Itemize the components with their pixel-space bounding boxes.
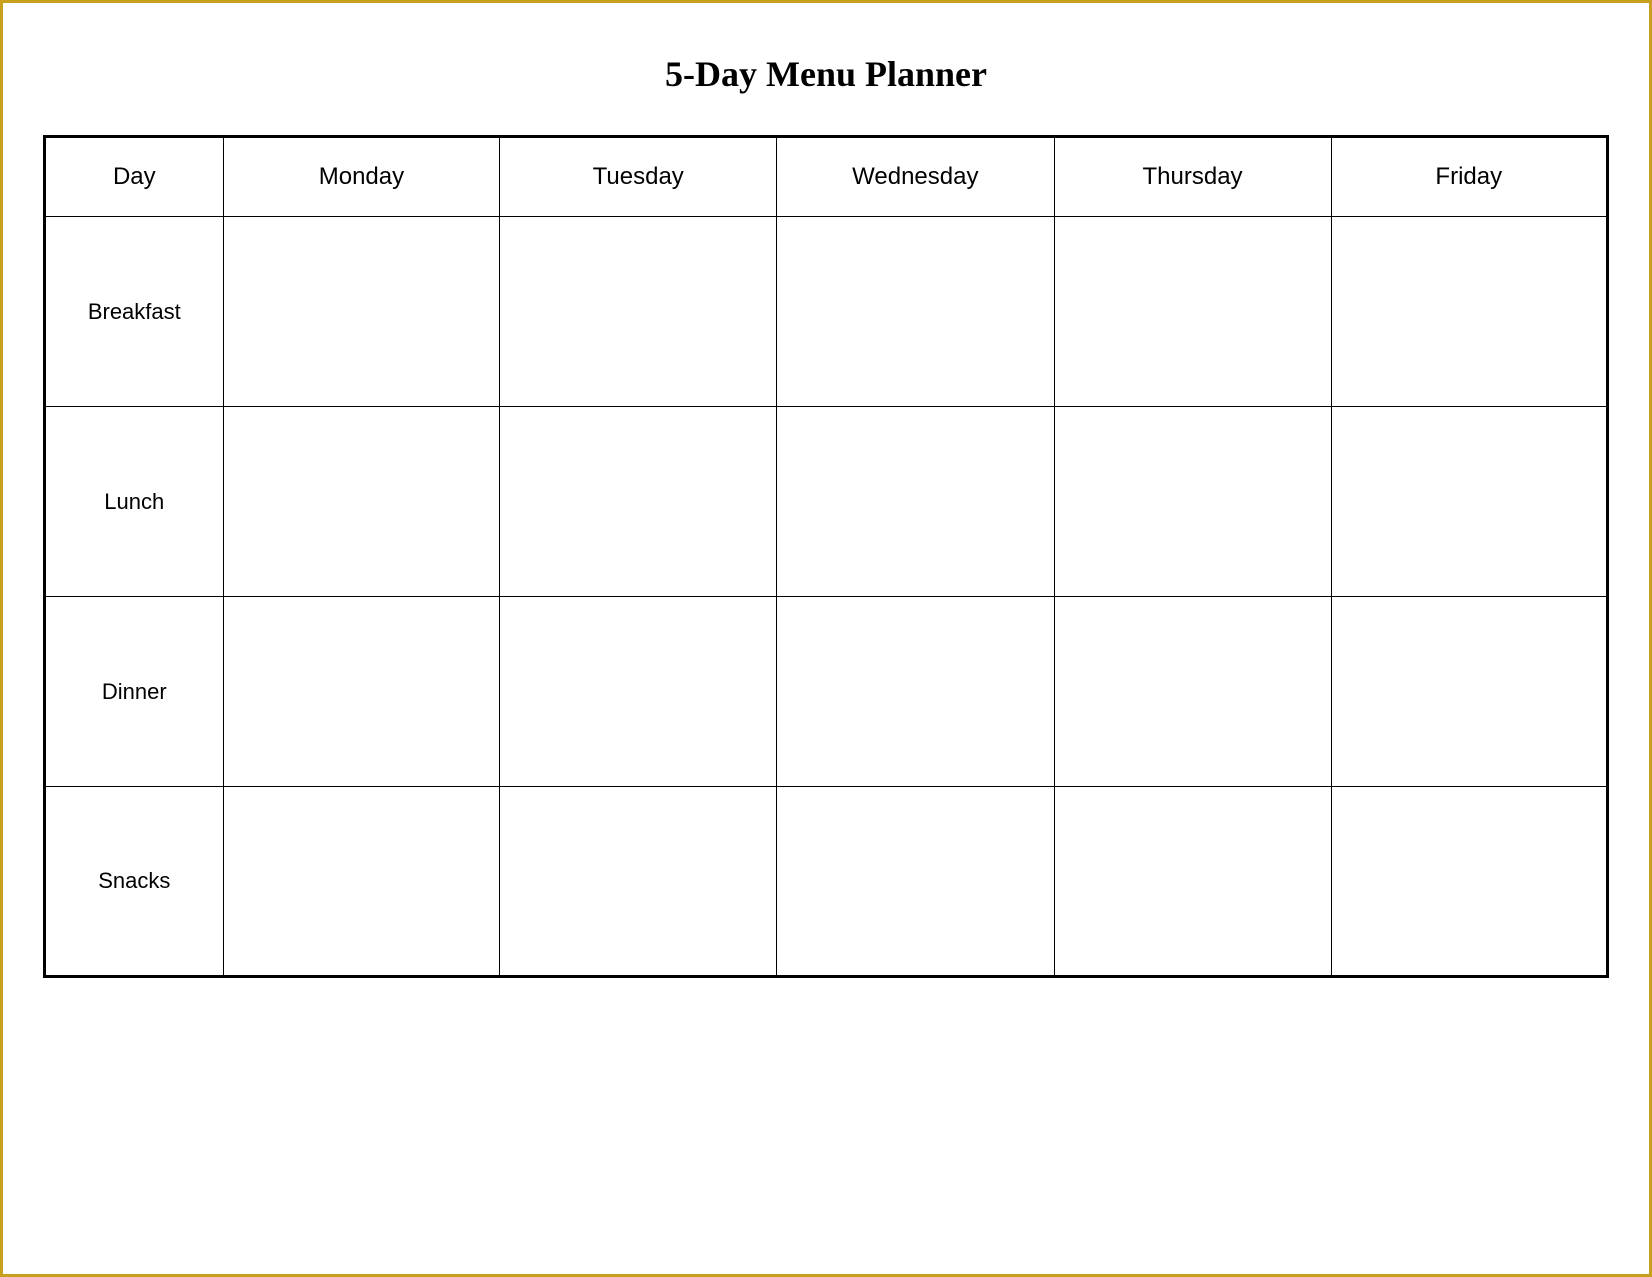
breakfast-wednesday[interactable] [777, 217, 1054, 407]
header-day: Day [45, 137, 224, 217]
header-monday: Monday [223, 137, 500, 217]
lunch-monday[interactable] [223, 407, 500, 597]
dinner-thursday[interactable] [1054, 597, 1331, 787]
dinner-tuesday[interactable] [500, 597, 777, 787]
breakfast-friday[interactable] [1331, 217, 1607, 407]
dinner-monday[interactable] [223, 597, 500, 787]
snacks-wednesday[interactable] [777, 787, 1054, 977]
breakfast-tuesday[interactable] [500, 217, 777, 407]
lunch-friday[interactable] [1331, 407, 1607, 597]
lunch-wednesday[interactable] [777, 407, 1054, 597]
snacks-tuesday[interactable] [500, 787, 777, 977]
meal-breakfast-label: Breakfast [45, 217, 224, 407]
meal-snacks-label: Snacks [45, 787, 224, 977]
row-breakfast: Breakfast [45, 217, 1608, 407]
page-title: 5-Day Menu Planner [665, 53, 987, 95]
snacks-thursday[interactable] [1054, 787, 1331, 977]
meal-lunch-label: Lunch [45, 407, 224, 597]
snacks-monday[interactable] [223, 787, 500, 977]
dinner-friday[interactable] [1331, 597, 1607, 787]
header-wednesday: Wednesday [777, 137, 1054, 217]
breakfast-monday[interactable] [223, 217, 500, 407]
header-row: Day Monday Tuesday Wednesday Thursday Fr… [45, 137, 1608, 217]
breakfast-thursday[interactable] [1054, 217, 1331, 407]
lunch-tuesday[interactable] [500, 407, 777, 597]
header-tuesday: Tuesday [500, 137, 777, 217]
lunch-thursday[interactable] [1054, 407, 1331, 597]
header-thursday: Thursday [1054, 137, 1331, 217]
row-snacks: Snacks [45, 787, 1608, 977]
meal-dinner-label: Dinner [45, 597, 224, 787]
row-dinner: Dinner [45, 597, 1608, 787]
row-lunch: Lunch [45, 407, 1608, 597]
menu-planner-table: Day Monday Tuesday Wednesday Thursday Fr… [43, 135, 1609, 978]
snacks-friday[interactable] [1331, 787, 1607, 977]
header-friday: Friday [1331, 137, 1607, 217]
dinner-wednesday[interactable] [777, 597, 1054, 787]
